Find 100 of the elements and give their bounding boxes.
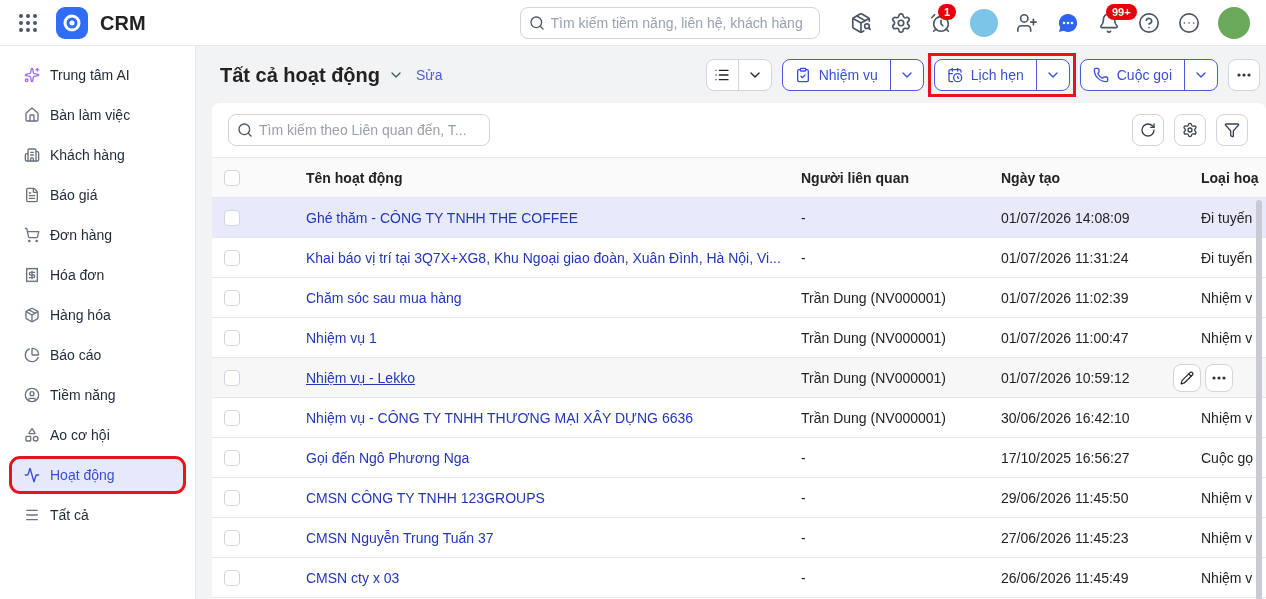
count-badge: 99+	[1106, 3, 1137, 20]
sidebar-item[interactable]: Hoạt động	[12, 459, 183, 491]
help-icon[interactable]	[1138, 11, 1160, 34]
search-icon	[528, 14, 545, 31]
table-cell-text: 30/06/2026 16:42:10	[1001, 408, 1131, 428]
activity-link[interactable]: Ghé thăm - CÔNG TY TNHH THE COFFEE	[306, 207, 801, 228]
refresh-button[interactable]	[1132, 114, 1164, 146]
sidebar-item[interactable]: Khách hàng	[12, 139, 183, 171]
table-cell-text: -	[801, 528, 807, 548]
sidebar-item[interactable]: Trung tâm AI	[12, 59, 183, 91]
sidebar-item[interactable]: Đơn hàng	[12, 219, 183, 251]
column-header: Loại hoạ	[1201, 168, 1259, 188]
avatar[interactable]	[1218, 6, 1250, 39]
phone-icon	[1092, 66, 1109, 83]
refresh-icon	[1140, 122, 1156, 138]
sidebar-item[interactable]: Tất cả	[12, 499, 183, 531]
table-cell-text: Nhiệm v	[1201, 528, 1253, 548]
table-cell-text: Trần Dung (NV000001)	[801, 328, 947, 348]
filter-button[interactable]	[1216, 114, 1248, 146]
split-button[interactable]: Lịch hẹn	[927, 52, 1076, 97]
table-row[interactable]: Ghé thăm - CÔNG TY TNHH THE COFFEE - 01/07/2026 14:08:09 Đi tuyến	[212, 198, 1266, 238]
search-field[interactable]: Tìm kiếm theo Liên quan đến, T...	[228, 114, 490, 146]
search-field[interactable]: Tìm kiếm tiềm năng, liên hệ, khách hàng	[519, 6, 820, 39]
table-cell-text: 01/07/2026 11:02:39	[1001, 288, 1130, 308]
more-icon[interactable]	[1178, 11, 1200, 34]
activity-link[interactable]: Nhiệm vụ - Lekko	[306, 367, 801, 388]
checkbox[interactable]	[224, 409, 240, 426]
search-icon	[237, 122, 253, 138]
activity-link[interactable]: Khai báo vị trí tại 3Q7X+XG8, Khu Ngoại giao đoàn, Xuân Đình, Hà Nội, Vi...	[306, 247, 801, 268]
table-cell-text: Nhiệm v	[1201, 568, 1253, 588]
settings-button[interactable]	[1174, 114, 1206, 146]
sidebar-item[interactable]: Bàn làm việc	[12, 99, 183, 131]
activity-link[interactable]: CMSN Nguyễn Trung Tuấn 37	[306, 527, 801, 548]
table-row[interactable]: Nhiệm vụ - Lekko Trần Dung (NV000001) 01/07/2026 10:59:12	[212, 358, 1266, 398]
pulse-icon	[24, 467, 40, 483]
sparkle-icon	[24, 67, 40, 83]
table-cell-text: -	[801, 248, 807, 268]
box-icon	[24, 307, 40, 323]
table-cell-text: Trần Dung (NV000001)	[801, 408, 947, 428]
settings-icon[interactable]	[890, 11, 912, 34]
table-cell-text: Đi tuyến	[1201, 248, 1253, 268]
column-header: Ngày tạo	[1001, 168, 1062, 188]
count-badge: 1	[938, 3, 957, 20]
table-cell-text: -	[801, 568, 807, 588]
table-cell-text: Nhiệm v	[1201, 408, 1253, 428]
column-header: Tên hoạt động	[306, 168, 404, 188]
column-header: Người liên quan	[801, 168, 910, 188]
activity-link[interactable]: Gọi đến Ngô Phương Nga	[306, 447, 801, 468]
table-cell-text: 29/06/2026 11:45:50	[1001, 488, 1130, 508]
box-search-icon[interactable]	[850, 11, 872, 34]
sidebar-item[interactable]: Báo giá	[12, 179, 183, 211]
checkbox[interactable]	[224, 489, 240, 506]
pencil-icon	[1180, 370, 1194, 385]
checkbox[interactable]	[224, 169, 240, 186]
logo-icon	[56, 6, 88, 39]
checkbox[interactable]	[224, 329, 240, 346]
house-icon	[24, 107, 40, 123]
table-cell-text: 01/07/2026 11:00:47	[1001, 328, 1130, 348]
table-cell-text: Nhiệm v	[1201, 328, 1253, 348]
sidebar-item[interactable]: Báo cáo	[12, 339, 183, 371]
filter-icon	[1224, 122, 1240, 138]
calendar-clock-icon	[946, 66, 963, 83]
edit-button[interactable]	[1173, 363, 1201, 392]
table-cell-text: Nhiệm v	[1201, 288, 1253, 308]
activity-link[interactable]: Chăm sóc sau mua hàng	[306, 287, 801, 308]
table-cell-text: Cuộc gọ	[1201, 448, 1254, 468]
sidebar-item[interactable]: Tiềm năng	[12, 379, 183, 411]
checkbox[interactable]	[224, 449, 240, 466]
table-cell-text: 01/07/2026 14:08:09	[1001, 208, 1131, 228]
receipt-icon	[24, 267, 40, 283]
table-cell-text: -	[801, 448, 807, 468]
checkbox[interactable]	[224, 249, 240, 266]
page-title: Tất cả hoạt động	[220, 62, 380, 88]
checkbox[interactable]	[224, 529, 240, 546]
table-cell-text: Trần Dung (NV000001)	[801, 368, 947, 388]
activity-link[interactable]: Nhiệm vụ - CÔNG TY TNHH THƯƠNG MẠI XÂY DỰNG 6636	[306, 407, 801, 428]
table-cell-text: Trần Dung (NV000001)	[801, 288, 947, 308]
activity-link[interactable]: Nhiệm vụ 1	[306, 327, 801, 348]
sidebar-item[interactable]: Hàng hóa	[12, 299, 183, 331]
table-cell-text: Nhiệm v	[1201, 488, 1253, 508]
checkbox[interactable]	[224, 369, 240, 386]
checkbox[interactable]	[224, 569, 240, 586]
add-user-icon[interactable]	[1016, 11, 1038, 34]
activity-link[interactable]: CMSN CÔNG TY TNHH 123GROUPS	[306, 487, 801, 508]
activity-link[interactable]: CMSN cty x 03	[306, 567, 801, 588]
settings-icon	[1182, 122, 1198, 138]
sidebar-item[interactable]: Ao cơ hội	[12, 419, 183, 451]
cart-icon	[24, 227, 40, 243]
checkbox[interactable]	[224, 209, 240, 226]
more-icon	[1237, 72, 1251, 77]
table-cell-text: -	[801, 488, 807, 508]
table-cell-text: 17/10/2025 16:56:27	[1001, 448, 1131, 468]
sidebar-item[interactable]: Hóa đơn	[12, 259, 183, 291]
edit-link[interactable]: Sửa	[416, 64, 443, 85]
more-icon	[1212, 375, 1226, 380]
menu-icon	[24, 507, 40, 523]
table-cell-text: 01/07/2026 10:59:12	[1001, 368, 1131, 388]
app-name: CRM	[100, 10, 146, 36]
scrollbar[interactable]	[1256, 200, 1262, 599]
checkbox[interactable]	[224, 289, 240, 306]
